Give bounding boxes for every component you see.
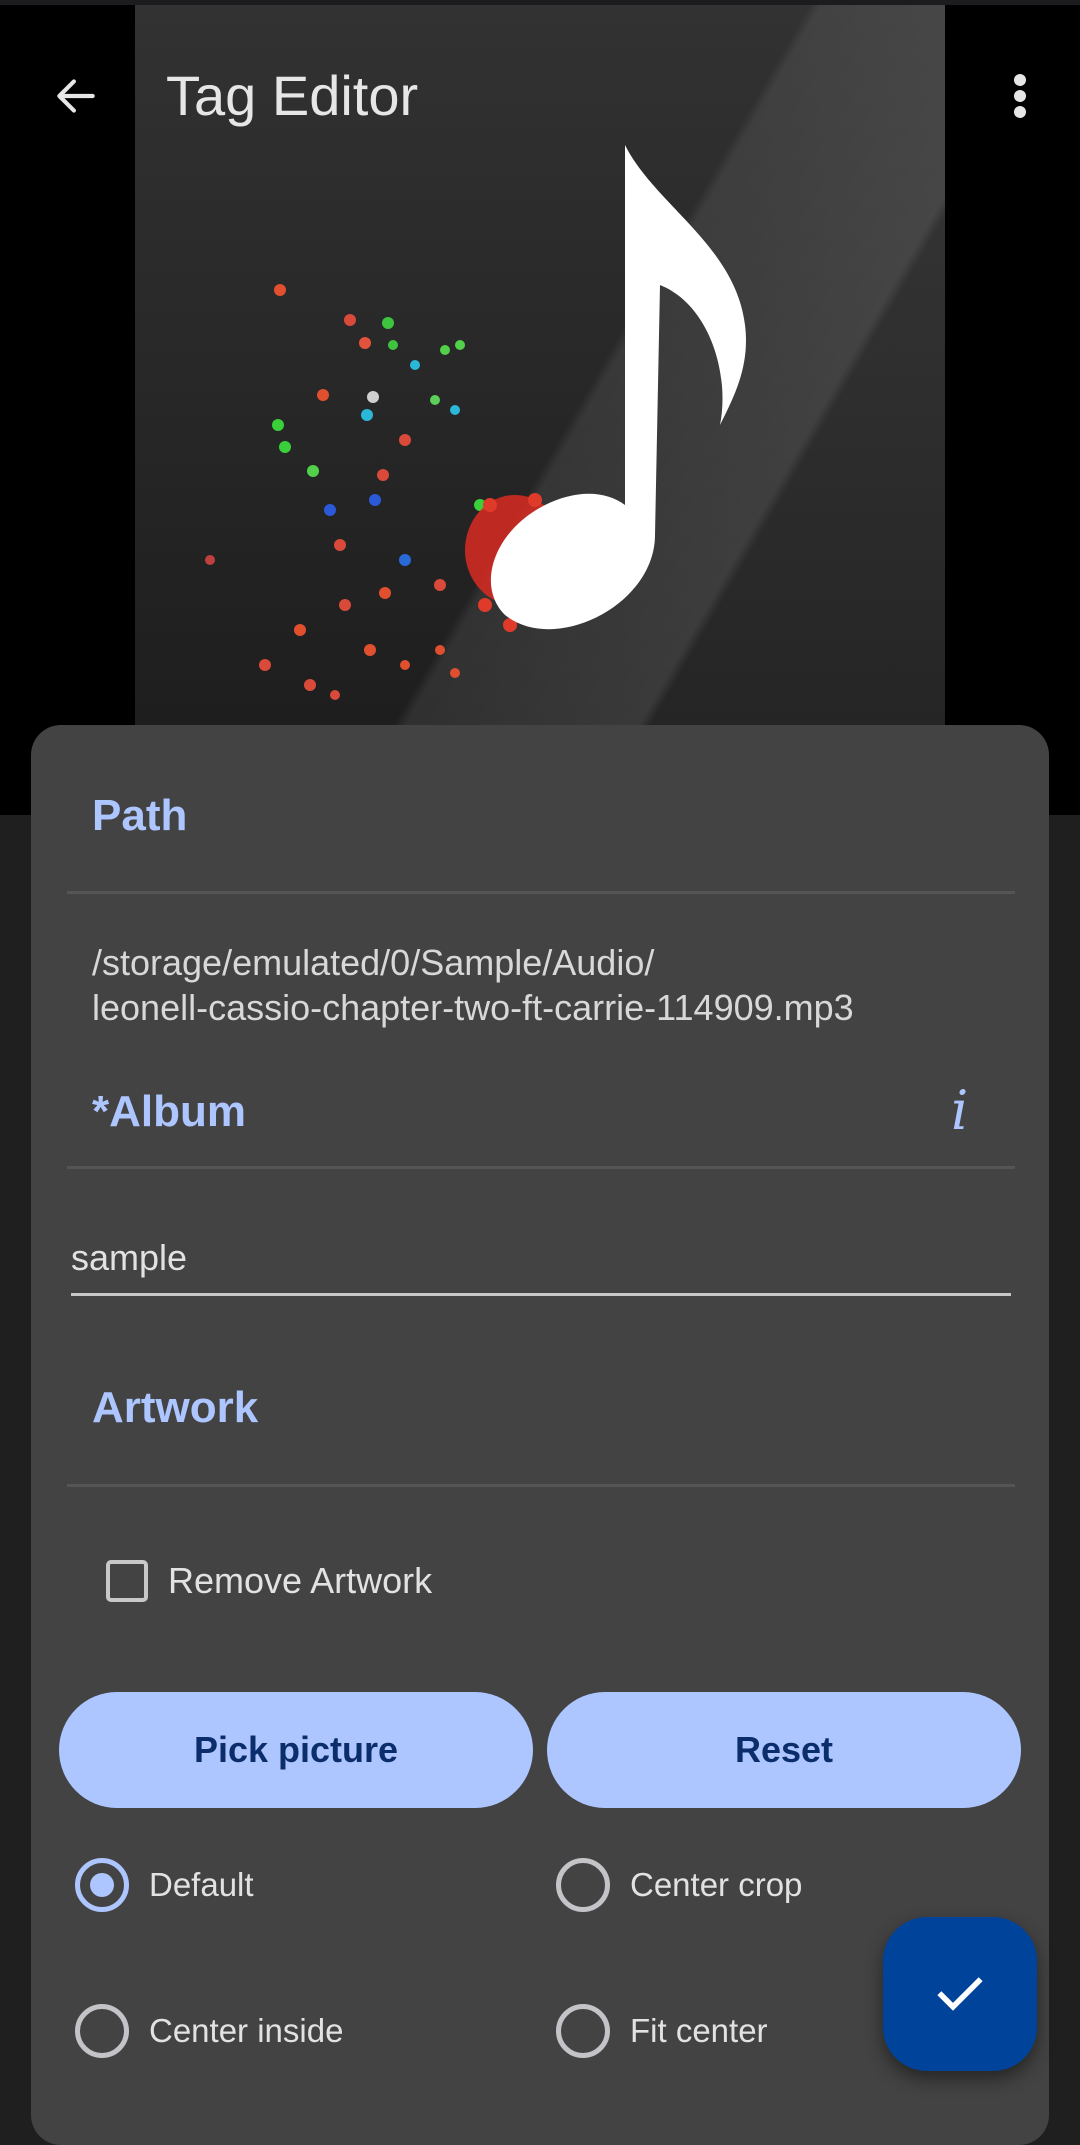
file-path-line-1: /storage/emulated/0/Sample/Audio/ (92, 942, 655, 983)
back-button[interactable] (40, 60, 112, 132)
path-divider (67, 891, 1015, 894)
radio-center-crop-indicator[interactable] (556, 1858, 610, 1912)
file-path-line-2: leonell-cassio-chapter-two-ft-carrie-114… (92, 987, 854, 1028)
remove-artwork-checkbox[interactable] (106, 1560, 148, 1602)
remove-artwork-label: Remove Artwork (168, 1560, 433, 1601)
particle-notes (205, 284, 565, 700)
radio-fit-center-label: Fit center (630, 2012, 768, 2049)
album-section-title: *Album (92, 1087, 246, 1136)
radio-center-crop[interactable]: Center crop (556, 1858, 802, 1912)
album-input[interactable] (71, 1223, 1011, 1296)
info-icon[interactable]: i (951, 1081, 968, 1141)
reset-button[interactable]: Reset (547, 1692, 1021, 1808)
radio-default[interactable]: Default (75, 1858, 254, 1912)
overflow-menu-button[interactable] (990, 60, 1050, 132)
more-vert-icon (1014, 74, 1026, 118)
remove-artwork-checkbox-row[interactable]: Remove Artwork (106, 1560, 432, 1602)
radio-default-indicator[interactable] (75, 1858, 129, 1912)
path-section-title: Path (92, 791, 188, 840)
music-note-shape (490, 145, 746, 630)
artwork-section-title: Artwork (92, 1383, 259, 1432)
pick-picture-button[interactable]: Pick picture (59, 1692, 533, 1808)
arrow-left-icon (57, 79, 95, 113)
radio-center-inside-label: Center inside (149, 2012, 344, 2049)
artwork-divider (67, 1484, 1015, 1487)
radio-fit-center-indicator[interactable] (556, 2004, 610, 2058)
radio-center-crop-label: Center crop (630, 1866, 803, 1903)
page-title: Tag Editor (166, 64, 419, 127)
check-icon (937, 1977, 983, 2011)
save-fab-button[interactable] (883, 1917, 1037, 2071)
radio-fit-center[interactable]: Fit center (556, 2004, 768, 2058)
album-divider (67, 1166, 1015, 1169)
radio-default-label: Default (149, 1866, 254, 1903)
radio-center-inside[interactable]: Center inside (75, 2004, 343, 2058)
file-path: /storage/emulated/0/Sample/Audio/ leonel… (92, 940, 854, 1030)
radio-center-inside-indicator[interactable] (75, 2004, 129, 2058)
toolbar: Tag Editor (0, 30, 1080, 150)
